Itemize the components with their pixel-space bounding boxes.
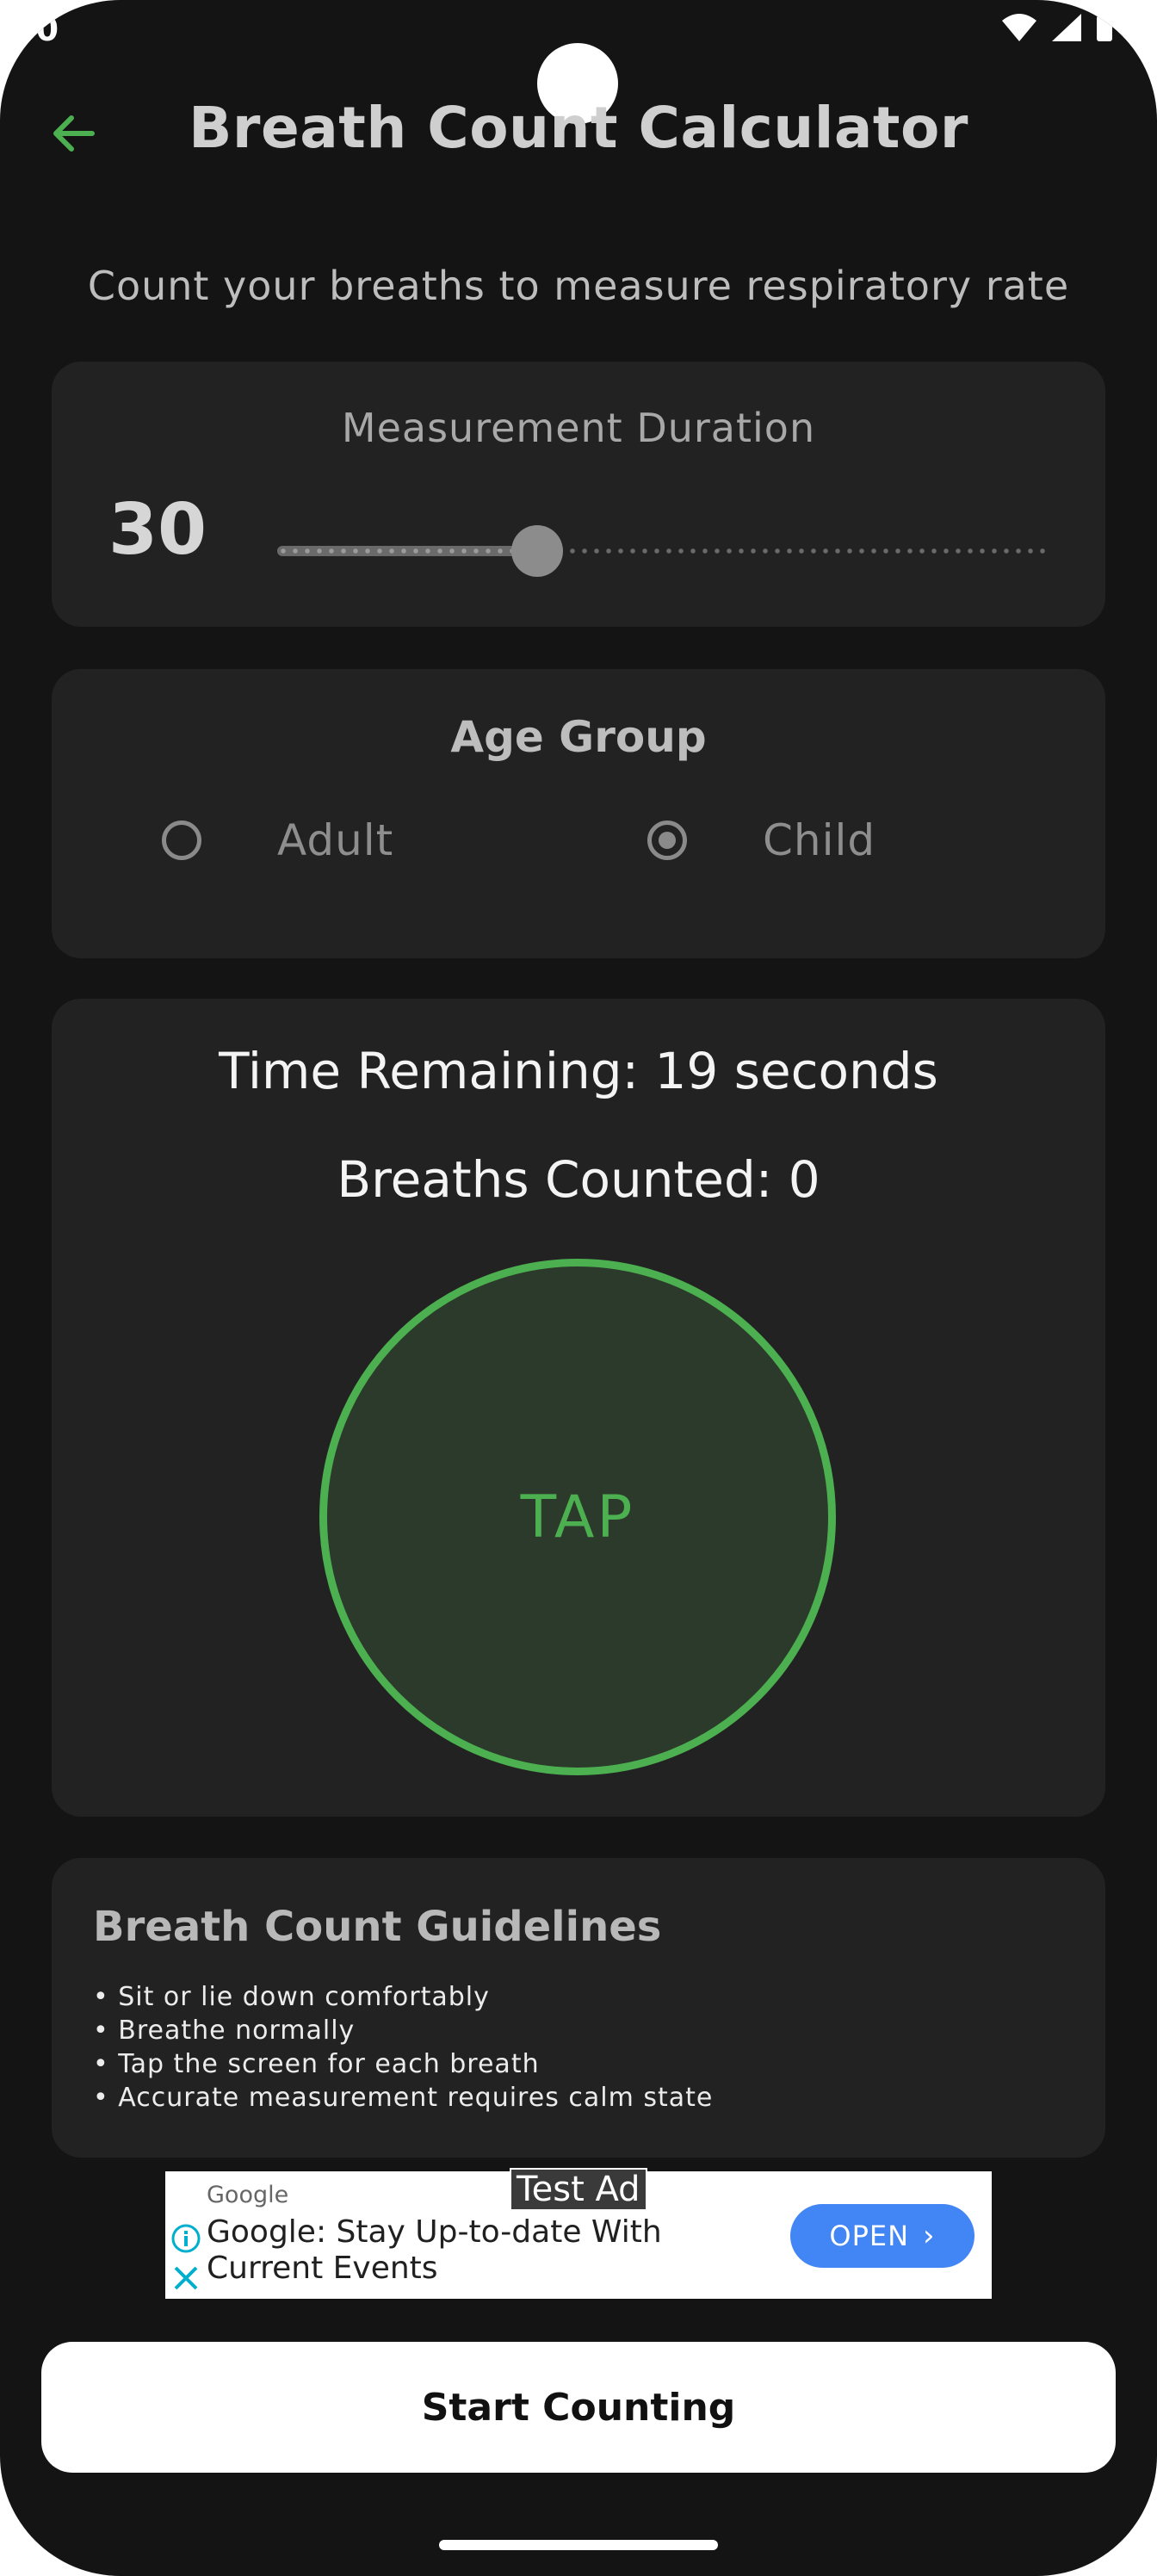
page-title: Breath Count Calculator <box>189 95 968 161</box>
guideline-item: • Accurate measurement requires calm sta… <box>93 2083 714 2113</box>
ad-open-label: OPEN <box>829 2220 910 2252</box>
guideline-item: • Sit or lie down comfortably <box>93 1982 490 2012</box>
radio-adult[interactable]: Adult <box>162 815 393 865</box>
guidelines-card: Breath Count Guidelines • Sit or lie dow… <box>52 1858 1105 2158</box>
breaths-counted: Breaths Counted: 0 <box>337 1150 820 1209</box>
ad-badge: Test Ad <box>510 2168 647 2211</box>
tap-button[interactable]: TAP <box>319 1259 836 1775</box>
radio-child-label: Child <box>763 815 876 865</box>
age-group-title: Age Group <box>450 712 707 762</box>
duration-title: Measurement Duration <box>341 405 816 451</box>
guidelines-title: Breath Count Guidelines <box>93 1903 662 1951</box>
tap-label: TAP <box>520 1483 635 1551</box>
radio-child-circle[interactable] <box>647 820 687 860</box>
signal-icon <box>1052 14 1081 41</box>
info-icon[interactable] <box>170 2223 201 2254</box>
radio-adult-circle[interactable] <box>162 820 201 860</box>
timer-card: Time Remaining: 19 seconds Breaths Count… <box>52 999 1105 1817</box>
radio-child[interactable]: Child <box>647 815 875 865</box>
wifi-icon <box>1002 14 1036 41</box>
ad-open-button[interactable]: OPEN › <box>790 2204 974 2268</box>
duration-card: Measurement Duration 30 <box>52 362 1105 627</box>
duration-slider[interactable] <box>277 525 1052 577</box>
age-group-card: Age Group Adult Child <box>52 669 1105 958</box>
chevron-right-icon: › <box>923 2219 936 2253</box>
ad-text: Google: Stay Up-to-date With Current Eve… <box>207 2214 662 2286</box>
home-indicator[interactable] <box>439 2540 718 2550</box>
start-counting-button[interactable]: Start Counting <box>41 2342 1116 2473</box>
radio-adult-label: Adult <box>277 815 394 865</box>
status-time: :30 <box>0 10 59 48</box>
page-subtitle: Count your breaths to measure respirator… <box>87 263 1070 309</box>
close-icon[interactable] <box>172 2264 200 2292</box>
guidelines-list: • Sit or lie down comfortably • Breathe … <box>93 1980 713 2115</box>
ad-banner[interactable]: Google Test Ad Google: Stay Up-to-date W… <box>165 2168 992 2299</box>
ad-brand: Google <box>207 2182 289 2208</box>
guideline-item: • Tap the screen for each breath <box>93 2049 540 2079</box>
status-icons <box>1000 12 1114 43</box>
battery-icon <box>1097 15 1112 41</box>
duration-value: 30 <box>108 489 207 571</box>
time-remaining: Time Remaining: 19 seconds <box>219 1042 938 1100</box>
slider-thumb[interactable] <box>510 525 563 577</box>
guideline-item: • Breathe normally <box>93 2016 356 2046</box>
slider-active-track <box>277 546 537 556</box>
phone-screen: :30 Breath Count Calculator Count your b… <box>0 0 1157 2576</box>
